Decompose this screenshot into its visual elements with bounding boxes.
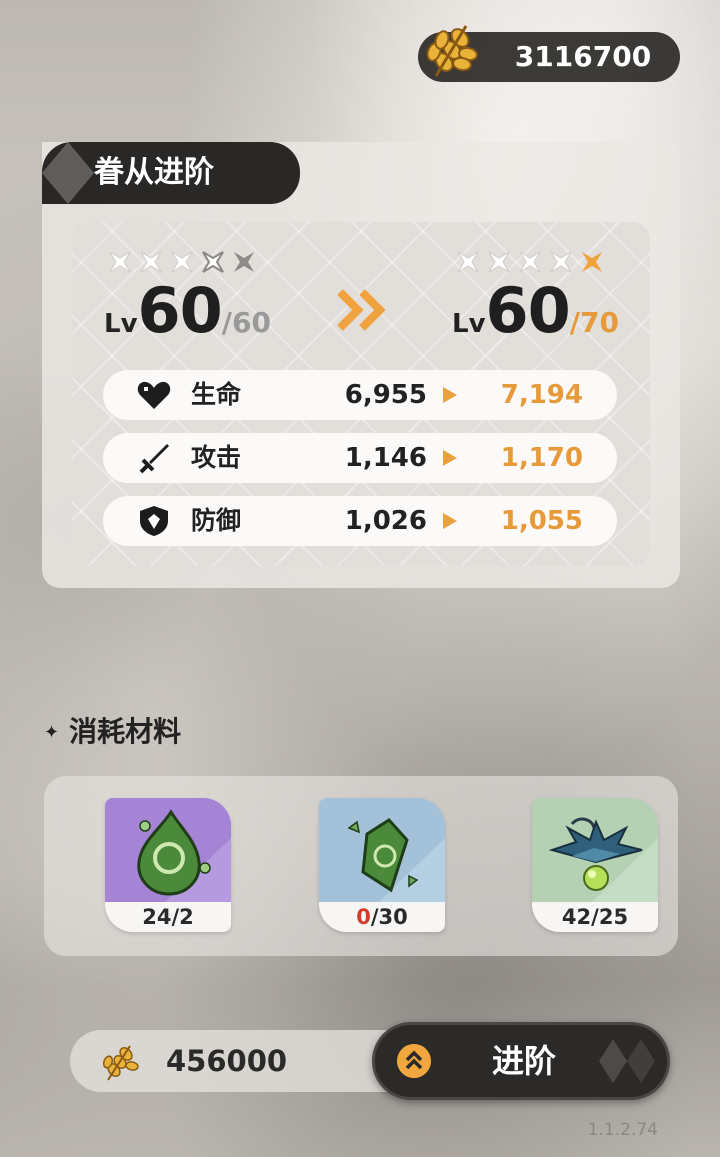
level-prefix: Lv <box>104 309 138 339</box>
wheat-coin-icon <box>102 1045 139 1081</box>
blue-flower-bulb-icon <box>532 798 658 902</box>
level-next: Lv60/70 <box>452 274 619 347</box>
material-card[interactable]: 24/2 <box>105 798 231 932</box>
stat-label: 攻击 <box>191 443 242 472</box>
stars-next <box>456 250 604 274</box>
wheat-coin-icon <box>426 25 478 77</box>
stat-row-attack: 攻击 1,146 1,170 <box>103 433 617 483</box>
panel-title-tab: 眷从进阶 <box>42 142 300 204</box>
level-next-max: /70 <box>569 306 619 339</box>
shield-icon <box>140 506 168 536</box>
stat-new-value: 1,170 <box>500 443 583 473</box>
star-outline-icon <box>202 251 224 273</box>
star-empty-icon <box>234 252 254 272</box>
diamond-pattern-icon <box>42 142 94 204</box>
level-current: Lv60/60 <box>104 274 271 347</box>
stat-label: 生命 <box>191 380 242 409</box>
currency-amount: 3116700 <box>514 40 652 73</box>
material-card[interactable]: 0/30 <box>319 798 445 932</box>
sparkle-icon: ✦ <box>44 722 60 743</box>
level-current-value: 60 <box>137 274 223 347</box>
materials-heading: ✦ 消耗材料 <box>44 712 181 752</box>
advance-button[interactable]: 进阶 <box>372 1022 670 1100</box>
stat-new-value: 1,055 <box>500 506 583 536</box>
material-count: 42/25 <box>532 902 658 932</box>
level-prefix: Lv <box>452 309 486 339</box>
stat-old-value: 1,146 <box>344 443 427 473</box>
arrow-right-icon <box>443 387 457 403</box>
materials-heading-text: 消耗材料 <box>69 715 182 748</box>
star-filled-icon <box>488 251 510 273</box>
star-new-icon <box>582 252 602 272</box>
diamond-pattern-icon <box>599 1039 655 1083</box>
stat-new-value: 7,194 <box>500 380 583 410</box>
sword-icon <box>139 444 169 474</box>
star-filled-icon <box>171 251 193 273</box>
green-gem-drop-icon <box>105 798 231 902</box>
level-current-max: /60 <box>221 306 271 339</box>
arrow-right-icon <box>443 513 457 529</box>
stat-row-defense: 防御 1,026 1,055 <box>103 496 617 546</box>
stat-old-value: 1,026 <box>344 506 427 536</box>
stat-row-hp: 生命 6,955 7,194 <box>103 370 617 420</box>
star-filled-icon <box>457 251 479 273</box>
material-card[interactable]: 42/25 <box>532 798 658 932</box>
currency-display: 3116700 <box>418 25 680 82</box>
cost-amount: 456000 <box>166 1044 288 1078</box>
stat-label: 防御 <box>191 506 242 535</box>
level-next-value: 60 <box>485 274 571 347</box>
material-count: 24/2 <box>105 902 231 932</box>
arrow-right-icon <box>443 450 457 466</box>
stars-current <box>108 250 256 274</box>
star-filled-icon <box>519 251 541 273</box>
stat-old-value: 6,955 <box>344 380 427 410</box>
star-filled-icon <box>140 251 162 273</box>
double-chevron-icon <box>337 289 386 331</box>
green-gem-shard-icon <box>319 798 445 902</box>
material-count: 0/30 <box>319 902 445 932</box>
star-filled-icon <box>550 251 572 273</box>
heart-icon <box>137 381 171 409</box>
star-filled-icon <box>109 251 131 273</box>
panel-title: 眷从进阶 <box>94 155 214 190</box>
version-label: 1.1.2.74 <box>587 1120 658 1140</box>
